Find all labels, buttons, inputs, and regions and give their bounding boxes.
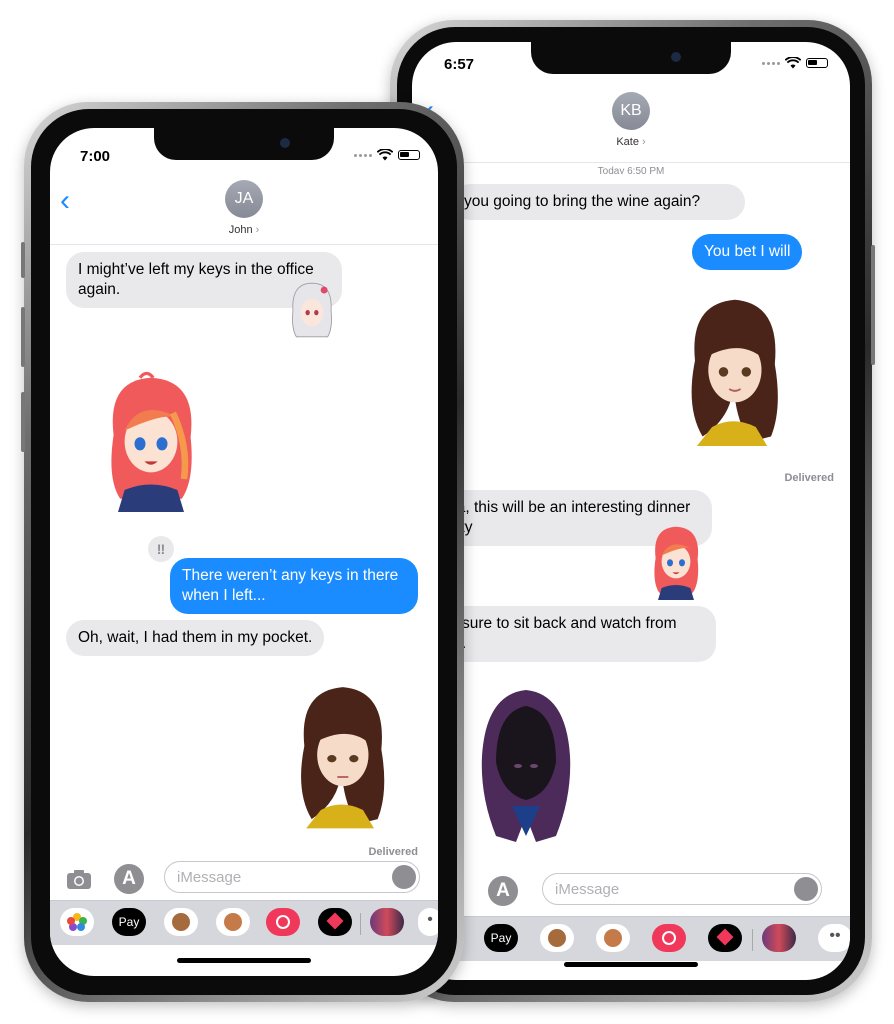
more-apps-icon[interactable]: •• bbox=[818, 924, 850, 952]
status-icons bbox=[762, 57, 828, 69]
status-time: 6:57 bbox=[444, 56, 475, 73]
notch bbox=[531, 42, 731, 74]
contact-name-label: John bbox=[228, 224, 253, 236]
wifi-icon bbox=[377, 149, 393, 161]
sticker-pack-icon[interactable] bbox=[370, 908, 404, 936]
imessage-placeholder: iMessage bbox=[555, 881, 620, 898]
imessage-placeholder: iMessage bbox=[177, 869, 242, 886]
camera-button-icon[interactable] bbox=[64, 864, 94, 894]
app-drawer: Pay •• bbox=[412, 916, 850, 961]
heart-digital-touch-icon[interactable] bbox=[318, 908, 352, 936]
volume-up-button bbox=[21, 307, 25, 367]
status-icons bbox=[354, 149, 420, 161]
message-bubble: You bet I will bbox=[692, 234, 803, 270]
search-images-icon[interactable] bbox=[266, 908, 300, 936]
phone-screen: 6:57 ‹ KB Kate › Today 6:50 PM you going… bbox=[412, 42, 850, 980]
home-indicator bbox=[177, 958, 311, 963]
brunette-girl-sticker bbox=[301, 687, 385, 829]
apple-pay-label: Pay bbox=[490, 931, 512, 945]
message-bubble: Oh, wait, I had them in my pocket. bbox=[66, 620, 325, 656]
status-time: 7:00 bbox=[80, 148, 111, 165]
volume-down-button bbox=[21, 392, 25, 452]
memoji-icon[interactable] bbox=[216, 908, 250, 936]
apple-pay-label: Pay bbox=[118, 915, 140, 929]
apple-pay-icon[interactable]: Pay bbox=[484, 924, 518, 952]
signal-icon bbox=[354, 153, 372, 157]
camera-icon bbox=[280, 138, 290, 148]
search-images-icon[interactable] bbox=[652, 924, 686, 952]
contact-name[interactable]: John › bbox=[50, 224, 438, 236]
apple-pay-icon[interactable]: Pay bbox=[112, 908, 146, 936]
contact-avatar[interactable]: KB bbox=[612, 92, 650, 130]
audio-message-icon[interactable] bbox=[392, 865, 416, 889]
side-button bbox=[21, 242, 25, 278]
wifi-icon bbox=[785, 57, 801, 69]
audio-message-icon[interactable] bbox=[794, 877, 818, 901]
notch bbox=[154, 128, 334, 160]
redhead-girl-sticker bbox=[654, 526, 699, 600]
phone-front: 7:00 ‹ JA John › I might’ve left my keys… bbox=[21, 102, 464, 1002]
delivered-status: Delivered bbox=[368, 846, 418, 858]
monkey-memoji-icon[interactable] bbox=[540, 924, 574, 952]
delivered-status: Delivered bbox=[784, 472, 834, 484]
camera-icon bbox=[671, 52, 681, 62]
battery-icon bbox=[806, 58, 828, 68]
compose-bar: A iMessage bbox=[412, 870, 850, 914]
contact-name-label: Kate bbox=[616, 136, 639, 148]
redhead-girl-sticker bbox=[111, 371, 192, 512]
home-indicator bbox=[564, 962, 698, 967]
signal-icon bbox=[762, 61, 780, 65]
monkey-memoji-icon[interactable] bbox=[164, 908, 198, 936]
conversation-header: ‹ KB Kate › bbox=[412, 90, 850, 163]
compose-bar: A iMessage bbox=[50, 858, 438, 902]
message-bubble: I'll be sure to sit back and watch from … bbox=[424, 606, 716, 662]
timestamp: Today 6:50 PM bbox=[597, 166, 665, 174]
side-button bbox=[871, 245, 875, 365]
brunette-girl-sticker bbox=[691, 299, 778, 446]
app-store-icon[interactable]: A bbox=[488, 876, 518, 906]
battery-icon bbox=[398, 150, 420, 160]
message-bubble: you going to bring the wine again? bbox=[452, 184, 745, 220]
white-hair-girl-sticker bbox=[292, 282, 332, 338]
message-bubble: There weren’t any keys in there when I l… bbox=[170, 558, 418, 614]
memoji-icon[interactable] bbox=[596, 924, 630, 952]
back-chevron-icon[interactable]: ‹ bbox=[60, 186, 70, 216]
tapback-exclamation-icon[interactable]: ‼ bbox=[148, 536, 174, 562]
contact-name[interactable]: Kate › bbox=[412, 136, 850, 148]
phone-screen: 7:00 ‹ JA John › I might’ve left my keys… bbox=[50, 128, 438, 976]
hooded-figure-sticker bbox=[481, 690, 571, 842]
drawer-divider bbox=[360, 913, 361, 935]
imessage-input[interactable]: iMessage bbox=[542, 873, 822, 905]
sticker-pack-icon[interactable] bbox=[762, 924, 796, 952]
conversation-header: ‹ JA John › bbox=[50, 178, 438, 245]
contact-avatar[interactable]: JA bbox=[225, 180, 263, 218]
app-store-icon[interactable]: A bbox=[114, 864, 144, 894]
imessage-input[interactable]: iMessage bbox=[164, 861, 420, 893]
app-drawer: Pay • bbox=[50, 900, 438, 945]
heart-digital-touch-icon[interactable] bbox=[708, 924, 742, 952]
more-apps-icon[interactable]: • bbox=[418, 908, 438, 936]
drawer-divider bbox=[752, 929, 753, 951]
photos-icon[interactable] bbox=[60, 908, 94, 936]
